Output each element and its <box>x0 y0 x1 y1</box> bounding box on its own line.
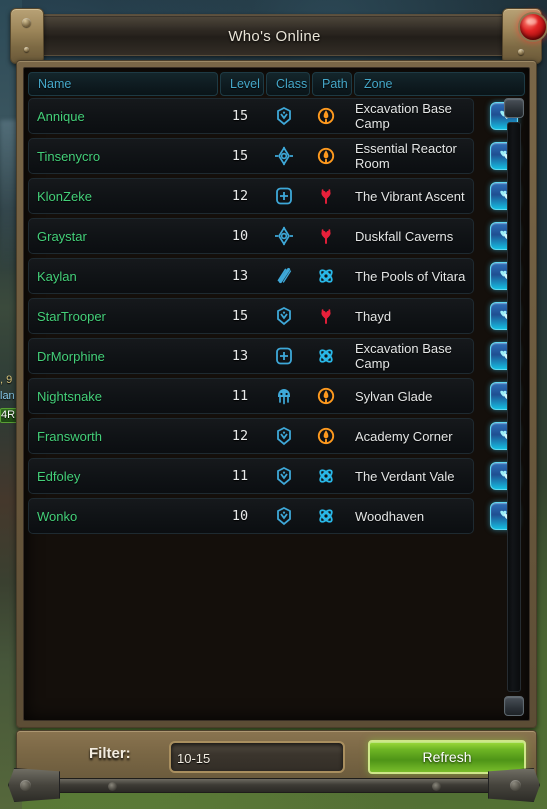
table-row[interactable]: StarTrooper 15 Thayd <box>28 298 525 334</box>
scrollbar-track[interactable] <box>507 122 521 692</box>
path-soldier-icon <box>306 427 346 445</box>
player-zone: Excavation Base Camp <box>355 341 452 371</box>
path-scientist-icon <box>306 507 346 525</box>
scroll-up-button[interactable] <box>504 98 524 118</box>
player-level: 12 <box>231 428 249 444</box>
table-row[interactable]: DrMorphine 13 Excavation Base Camp <box>28 338 525 374</box>
table-row[interactable]: Graystar 10 Duskfall Caverns <box>28 218 525 254</box>
rivet-icon <box>518 49 524 55</box>
player-name: Fransworth <box>37 428 103 444</box>
column-header-row: Name Level Class Path Zone <box>28 72 525 96</box>
player-level: 13 <box>231 268 249 284</box>
player-zone: The Vibrant Ascent <box>355 188 465 204</box>
player-zone: Sylvan Glade <box>355 388 433 404</box>
class-medic-icon <box>262 186 306 206</box>
player-zone: The Pools of Vitara <box>355 268 466 284</box>
player-zone: Excavation Base Camp <box>355 101 452 131</box>
table-row[interactable]: Kaylan 13 The Pools of Vitara <box>28 258 525 294</box>
player-name: Kaylan <box>37 268 77 284</box>
player-level: 11 <box>231 388 249 404</box>
class-spellslinger-icon <box>262 146 306 166</box>
player-list: Annique 15 Excavation Base Camp Tinsenyc… <box>28 98 525 716</box>
titlebar-cap-left-decoration <box>10 8 44 64</box>
table-row[interactable]: Wonko 10 Woodhaven <box>28 498 525 534</box>
screw-icon <box>510 780 521 791</box>
path-settler-icon <box>306 307 346 325</box>
path-scientist-icon <box>306 347 346 365</box>
rivet-icon <box>24 47 29 52</box>
player-level: 10 <box>231 228 249 244</box>
player-level: 11 <box>231 468 249 484</box>
filter-label: Filter: <box>89 745 131 762</box>
player-level: 12 <box>231 188 249 204</box>
class-spellslinger-icon <box>262 226 306 246</box>
knob-icon <box>432 782 441 791</box>
player-zone: The Verdant Vale <box>355 468 455 484</box>
player-name: StarTrooper <box>37 308 106 324</box>
class-engineer-icon <box>262 306 306 326</box>
class-stalker-icon <box>262 266 306 286</box>
window-title: Who's Online <box>228 27 321 45</box>
rivet-icon <box>22 18 31 27</box>
player-level: 15 <box>231 148 249 164</box>
table-row[interactable]: Annique 15 Excavation Base Camp <box>28 98 525 134</box>
player-zone: Woodhaven <box>355 508 425 524</box>
player-zone: Academy Corner <box>355 428 453 444</box>
ornament-plate-left <box>8 768 60 802</box>
list-container: Name Level Class Path Zone Annique 15 Ex… <box>23 67 530 721</box>
player-name: Edfoley <box>37 468 81 484</box>
column-header-zone[interactable]: Zone <box>354 72 525 96</box>
player-zone: Duskfall Caverns <box>355 228 454 244</box>
path-settler-icon <box>306 187 346 205</box>
player-name: Annique <box>37 108 85 124</box>
close-button[interactable] <box>518 12 547 42</box>
player-name: Graystar <box>37 228 87 244</box>
table-row[interactable]: Tinsenycro 15 Essential Reactor Room <box>28 138 525 174</box>
whos-online-window: Who's Online Name Level Class Path Zone <box>8 8 547 796</box>
column-header-path[interactable]: Path <box>312 72 352 96</box>
player-name: Nightsnake <box>37 388 103 404</box>
filter-input[interactable] <box>177 749 337 767</box>
knob-icon <box>108 782 117 791</box>
path-scientist-icon <box>306 267 346 285</box>
screw-icon <box>20 780 31 791</box>
path-soldier-icon <box>306 387 346 405</box>
class-engineer-icon <box>262 426 306 446</box>
player-zone: Thayd <box>355 308 392 324</box>
player-level: 15 <box>231 108 249 124</box>
class-engineer-icon <box>262 466 306 486</box>
game-screen: , 9 lan 4R Who's Online Name Level Class <box>0 0 547 809</box>
table-row[interactable]: Edfoley 11 The Verdant Vale <box>28 458 525 494</box>
player-name: Tinsenycro <box>37 148 101 164</box>
path-scientist-icon <box>306 467 346 485</box>
player-level: 15 <box>231 308 249 324</box>
table-row[interactable]: Nightsnake 11 Sylvan Glade <box>28 378 525 414</box>
table-row[interactable]: Fransworth 12 Academy Corner <box>28 418 525 454</box>
class-engineer-icon <box>262 506 306 526</box>
player-name: DrMorphine <box>37 348 105 364</box>
table-row[interactable]: KlonZeke 12 The Vibrant Ascent <box>28 178 525 214</box>
class-esper-icon <box>262 386 306 406</box>
player-zone: Essential Reactor Room <box>355 141 457 171</box>
window-titlebar[interactable]: Who's Online <box>16 14 531 56</box>
scroll-down-button[interactable] <box>504 696 524 716</box>
path-soldier-icon <box>306 107 346 125</box>
player-level: 13 <box>231 348 249 364</box>
bottom-ornament-bar <box>0 768 547 802</box>
player-name: Wonko <box>37 508 78 524</box>
column-header-class[interactable]: Class <box>266 72 310 96</box>
column-header-level[interactable]: Level <box>220 72 264 96</box>
window-body-panel: Name Level Class Path Zone Annique 15 Ex… <box>16 60 537 728</box>
path-soldier-icon <box>306 147 346 165</box>
class-engineer-icon <box>262 106 306 126</box>
path-settler-icon <box>306 227 346 245</box>
player-level: 10 <box>231 508 249 524</box>
list-scrollbar[interactable] <box>504 98 526 716</box>
class-medic-icon <box>262 346 306 366</box>
column-header-name[interactable]: Name <box>28 72 218 96</box>
player-name: KlonZeke <box>37 188 92 204</box>
